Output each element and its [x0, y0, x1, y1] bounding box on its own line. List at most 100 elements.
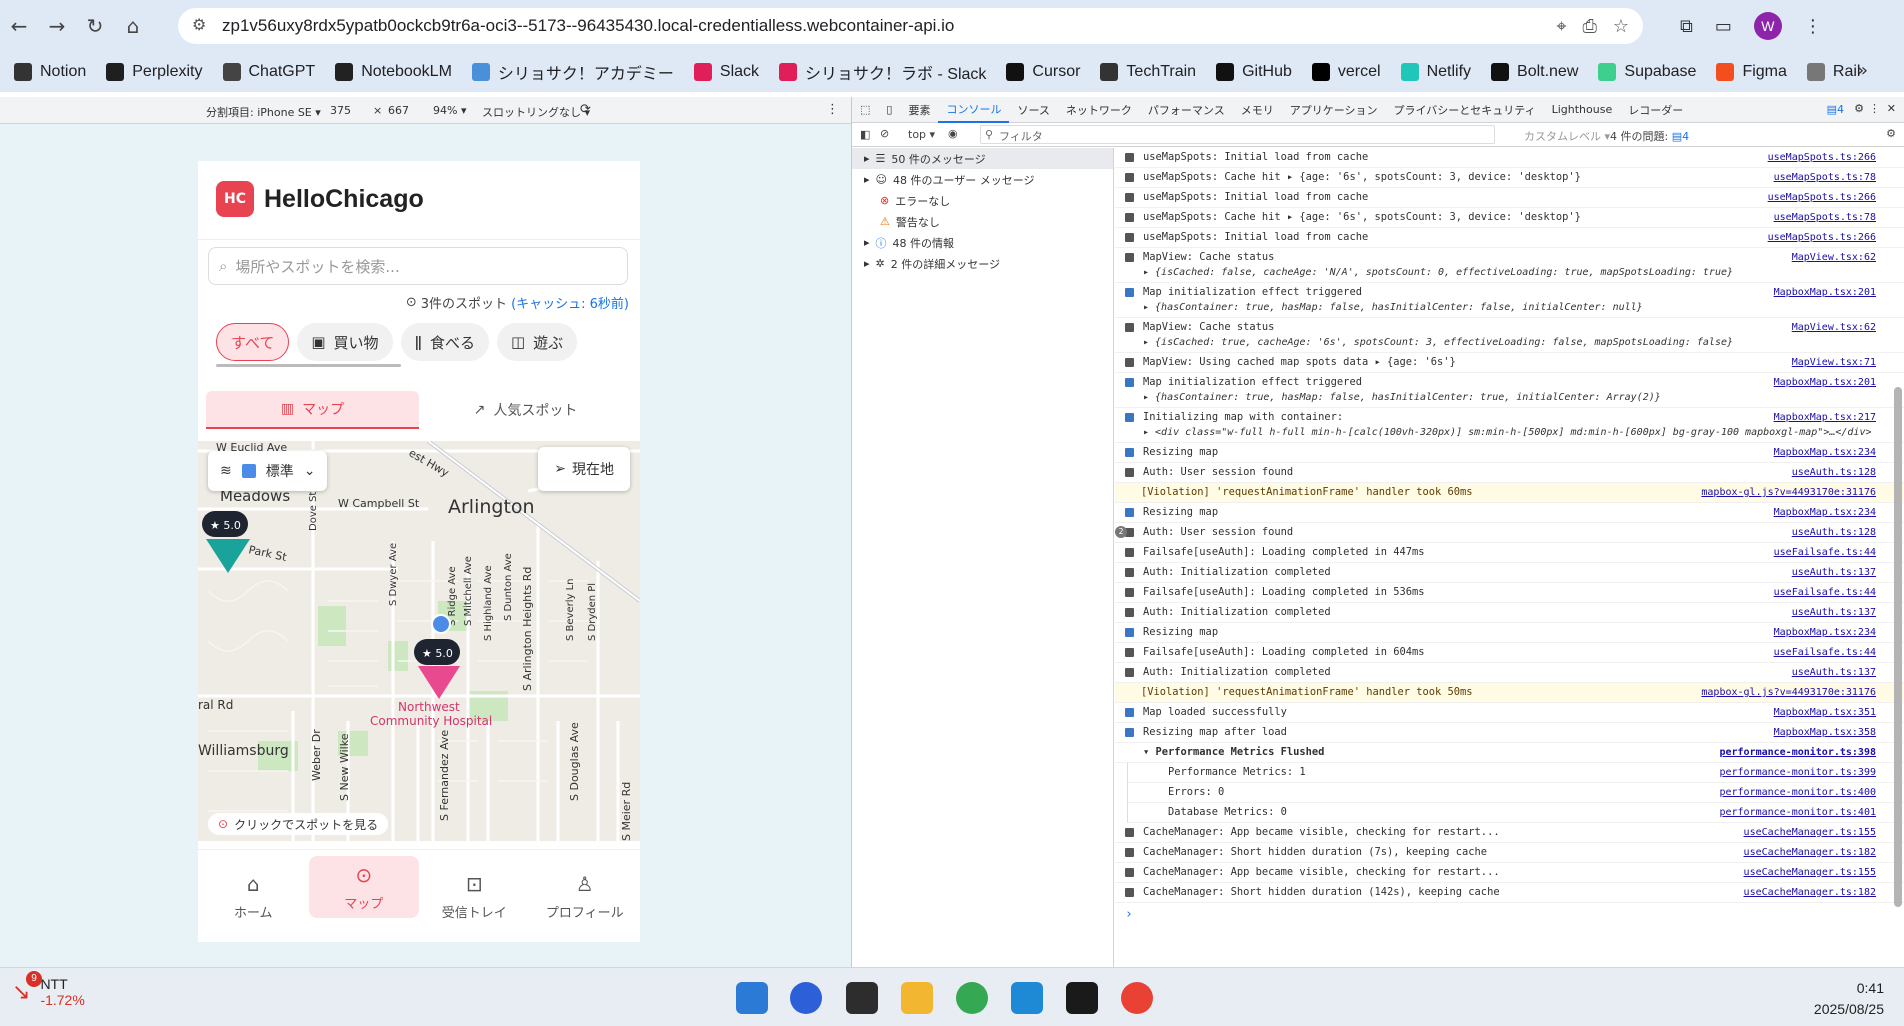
windows-start-icon[interactable]	[736, 982, 768, 1014]
bookmark-item[interactable]: Netlify	[1391, 52, 1481, 92]
device-select[interactable]: 分割項目: iPhone SE ▾	[206, 104, 321, 120]
console-message[interactable]: useMapSpots: Cache hit ▸ {age: '6s', spo…	[1115, 208, 1904, 228]
clear-console-icon[interactable]: ⊘	[880, 127, 889, 140]
console-message[interactable]: CacheManager: App became visible, checki…	[1115, 823, 1904, 843]
address-bar[interactable]: ⚙ zp1v56uxy8rdx5ypatb0ockcb9tr6a-oci3--5…	[178, 8, 1643, 44]
menu-icon[interactable]: ⋮	[1804, 16, 1822, 37]
source-link[interactable]: useMapSpots.ts:78	[1774, 210, 1876, 225]
chip-all[interactable]: すべて	[216, 323, 290, 361]
source-link[interactable]: performance-monitor.ts:400	[1719, 785, 1876, 800]
console-message[interactable]: [Violation] 'requestAnimationFrame' hand…	[1115, 683, 1904, 703]
source-link[interactable]: mapbox-gl.js?v=4493170e:31176	[1701, 685, 1876, 700]
source-link[interactable]: MapboxMap.tsx:234	[1774, 445, 1876, 460]
tab-performance[interactable]: パフォーマンス	[1140, 97, 1233, 123]
console-message[interactable]: Errors: 0 performance-monitor.ts:400	[1127, 783, 1904, 803]
height-field[interactable]: 667	[388, 104, 409, 117]
width-field[interactable]: 375	[330, 104, 351, 117]
console-message[interactable]: Auth: Initialization completed useAuth.ts…	[1115, 603, 1904, 623]
source-link[interactable]: performance-monitor.ts:399	[1719, 765, 1876, 780]
console-message[interactable]: CacheManager: Short hidden duration (142…	[1115, 883, 1904, 903]
forward-icon[interactable]: →	[38, 7, 76, 45]
console-message[interactable]: 2 Auth: User session found useAuth.ts:128	[1115, 523, 1904, 543]
source-link[interactable]: MapboxMap.tsx:234	[1774, 505, 1876, 520]
bookmarks-more-icon[interactable]: »	[1857, 60, 1868, 81]
tab-console[interactable]: コンソール	[938, 97, 1010, 123]
console-message[interactable]: Resizing map MapboxMap.tsx:234	[1115, 443, 1904, 463]
home-icon[interactable]: ⌂	[114, 7, 152, 45]
source-link[interactable]: useAuth.ts:137	[1792, 665, 1876, 680]
location-icon[interactable]: ⌖	[1556, 16, 1566, 37]
filter-input[interactable]: ⚲ フィルタ	[980, 125, 1495, 144]
sidebar-item-info[interactable]: ▸ ⓘ 48 件の情報	[852, 232, 1113, 253]
message-object-preview[interactable]: ▸ {isCached: false, cacheAge: 'N/A', spo…	[1143, 265, 1904, 280]
back-icon[interactable]: ←	[0, 7, 38, 45]
source-link[interactable]: useMapSpots.ts:266	[1768, 230, 1876, 245]
chip-food[interactable]: ǁ 食べる	[400, 323, 489, 361]
chrome-profile-icon[interactable]	[1121, 982, 1153, 1014]
cursor-app-icon[interactable]	[1066, 982, 1098, 1014]
console-message[interactable]: Auth: Initialization completed useAuth.ts…	[1115, 563, 1904, 583]
console-message[interactable]: Resizing map MapboxMap.tsx:234	[1115, 623, 1904, 643]
source-link[interactable]: useCacheManager.ts:155	[1744, 865, 1876, 880]
bookmark-item[interactable]: Supabase	[1588, 52, 1706, 92]
console-message[interactable]: [Violation] 'requestAnimationFrame' hand…	[1115, 483, 1904, 503]
bookmark-star-icon[interactable]: ☆	[1613, 16, 1629, 37]
vscode-icon[interactable]	[1011, 982, 1043, 1014]
bookmark-item[interactable]: TechTrain	[1090, 52, 1206, 92]
bookmark-item[interactable]: Figma	[1706, 52, 1796, 92]
tab-search-icon[interactable]: ▭	[1715, 16, 1732, 37]
console-prompt[interactable]: ›	[1115, 903, 1904, 922]
console-settings-icon[interactable]: ⚙	[1886, 127, 1896, 140]
console-message[interactable]: Initializing map with container: ▸ <div c…	[1115, 408, 1904, 443]
tab-privacy[interactable]: プライバシーとセキュリティ	[1385, 97, 1543, 123]
tab-sources[interactable]: ソース	[1009, 97, 1057, 123]
nav-profile[interactable]: ♙ プロフィール	[530, 850, 641, 942]
console-message[interactable]: Resizing map after load MapboxMap.tsx:358	[1115, 723, 1904, 743]
console-message[interactable]: Failsafe[useAuth]: Loading completed in …	[1115, 643, 1904, 663]
messages-badge[interactable]: ▤4	[1827, 103, 1844, 116]
copilot-icon[interactable]	[790, 982, 822, 1014]
tab-application[interactable]: アプリケーション	[1282, 97, 1386, 123]
more-options-icon[interactable]: ⋮	[826, 102, 839, 117]
source-link[interactable]: useAuth.ts:128	[1792, 525, 1876, 540]
bookmark-item[interactable]: ChatGPT	[213, 52, 326, 92]
source-link[interactable]: useAuth.ts:128	[1792, 465, 1876, 480]
source-link[interactable]: useMapSpots.ts:78	[1774, 170, 1876, 185]
source-link[interactable]: useMapSpots.ts:266	[1768, 150, 1876, 165]
bookmark-item[interactable]: Notion	[4, 52, 96, 92]
settings-icon[interactable]: ⚙	[1854, 102, 1864, 115]
source-link[interactable]: useAuth.ts:137	[1792, 565, 1876, 580]
install-icon[interactable]: ⎙	[1582, 16, 1596, 37]
source-link[interactable]: MapboxMap.tsx:234	[1774, 625, 1876, 640]
source-link[interactable]: useFailsafe.ts:44	[1774, 545, 1876, 560]
context-select[interactable]: top ▾	[908, 128, 935, 141]
source-link[interactable]: useCacheManager.ts:182	[1744, 845, 1876, 860]
nav-inbox[interactable]: ⊡ 受信トレイ	[419, 850, 530, 942]
chrome-icon[interactable]	[956, 982, 988, 1014]
console-message[interactable]: CacheManager: Short hidden duration (7s)…	[1115, 843, 1904, 863]
throttle-select[interactable]: スロットリングなし ▾	[482, 104, 590, 120]
stock-widget[interactable]: ↘ 9 NTT -1.72%	[12, 971, 85, 1008]
bookmark-item[interactable]: シリョサク！ラボ - Slack	[769, 52, 996, 92]
issues-link[interactable]: 4 件の問題: ▤4	[1610, 128, 1689, 144]
source-link[interactable]: MapboxMap.tsx:217	[1774, 410, 1876, 425]
bookmark-item[interactable]: Cursor	[996, 52, 1090, 92]
sidebar-item-user-messages[interactable]: ▸ ☺ 48 件のユーザー メッセージ	[852, 169, 1113, 190]
chip-play[interactable]: ◫ 遊ぶ	[496, 323, 578, 361]
sidebar-toggle-icon[interactable]: ◧	[860, 128, 870, 141]
console-message[interactable]: CacheManager: App became visible, checki…	[1115, 863, 1904, 883]
sidebar-item-verbose[interactable]: ▸ ✲ 2 件の詳細メッセージ	[852, 253, 1113, 274]
bookmark-item[interactable]: Bolt.new	[1481, 52, 1588, 92]
terminal-icon[interactable]	[846, 982, 878, 1014]
console-message[interactable]: useMapSpots: Initial load from cache useM…	[1115, 148, 1904, 168]
bookmark-item[interactable]: vercel	[1302, 52, 1391, 92]
console-message[interactable]: Auth: User session found useAuth.ts:128	[1115, 463, 1904, 483]
profile-avatar[interactable]: W	[1753, 12, 1782, 40]
source-link[interactable]: useFailsafe.ts:44	[1774, 645, 1876, 660]
sidebar-item-warnings[interactable]: ⚠ 警告なし	[852, 211, 1113, 232]
source-link[interactable]: performance-monitor.ts:401	[1719, 805, 1876, 820]
console-message[interactable]: useMapSpots: Initial load from cache useM…	[1115, 188, 1904, 208]
inspect-icon[interactable]: ⬚	[852, 97, 878, 123]
console-scrollbar[interactable]	[1894, 387, 1902, 907]
tab-network[interactable]: ネットワーク	[1058, 97, 1140, 123]
